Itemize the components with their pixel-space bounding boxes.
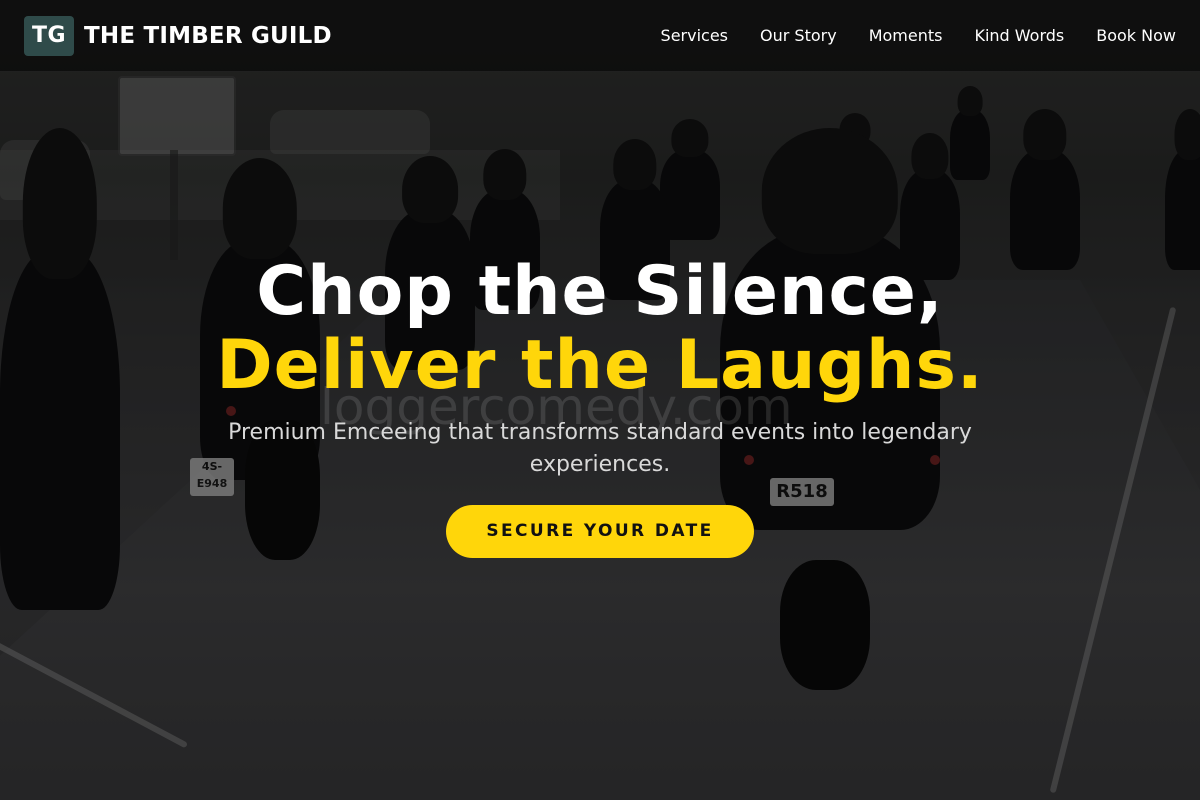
nav-link-book-now[interactable]: Book Now bbox=[1096, 26, 1176, 45]
headline-line-primary: Chop the Silence, bbox=[256, 252, 944, 331]
nav-links: Services Our Story Moments Kind Words Bo… bbox=[661, 26, 1176, 45]
headline-line-accent: Deliver the Laughs. bbox=[216, 326, 984, 405]
secure-your-date-button[interactable]: SECURE YOUR DATE bbox=[446, 505, 754, 558]
hero-subheadline: Premium Emceeing that transforms standar… bbox=[228, 420, 972, 477]
nav-link-our-story[interactable]: Our Story bbox=[760, 26, 837, 45]
brand-name: THE TIMBER GUILD bbox=[84, 22, 332, 49]
top-navigation-bar: TG THE TIMBER GUILD Services Our Story M… bbox=[0, 0, 1200, 72]
nav-link-services[interactable]: Services bbox=[661, 26, 728, 45]
nav-link-kind-words[interactable]: Kind Words bbox=[974, 26, 1064, 45]
brand-logo-link[interactable]: TG THE TIMBER GUILD bbox=[24, 15, 332, 56]
nav-link-moments[interactable]: Moments bbox=[869, 26, 943, 45]
brand-monogram: TG bbox=[24, 15, 74, 56]
page: R518 4S-E948 loggercomedy.com TG THE TIM… bbox=[0, 0, 1200, 800]
hero-headline: Chop the Silence, Deliver the Laughs. bbox=[0, 255, 1200, 403]
hero-section: Chop the Silence, Deliver the Laughs. Pr… bbox=[0, 255, 1200, 558]
